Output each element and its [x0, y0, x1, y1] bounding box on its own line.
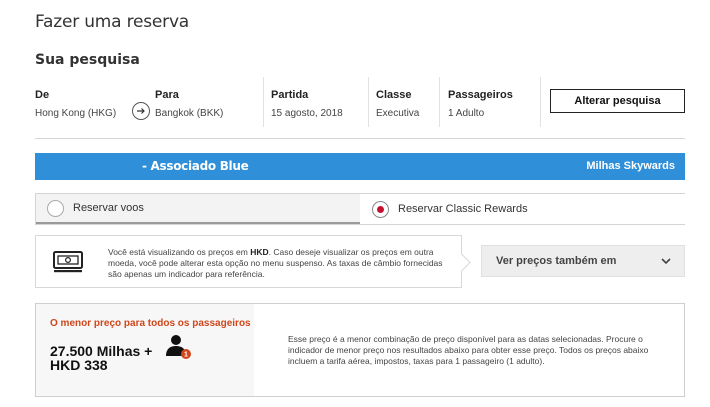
skywards-miles-label: Milhas Skywards [586, 160, 675, 172]
lowest-price-summary: O menor preço para todos os passageiros … [36, 304, 254, 396]
divider [368, 77, 369, 127]
search-summary: De Hong Kong (HKG) Para Bangkok (BKK) Pa… [35, 77, 685, 139]
lowest-price-miles: 27.500 Milhas + [50, 343, 153, 359]
passengers-label: Passageiros [448, 89, 513, 101]
book-flights-option[interactable]: Reservar voos [36, 194, 360, 224]
destination-label: Para [155, 89, 179, 101]
divider [439, 77, 440, 127]
lowest-price-label: O menor preço para todos os passageiros [50, 318, 251, 329]
departure-label: Partida [271, 89, 309, 101]
lowest-price-description: Esse preço é a menor combinação de preço… [288, 334, 649, 366]
book-classic-rewards-option[interactable]: Reservar Classic Rewards [361, 194, 685, 224]
search-section-title: Sua pesquisa [35, 52, 140, 68]
destination-field: Para Bangkok (BKK) [155, 77, 260, 127]
currency-code: HKD [250, 247, 269, 257]
member-tier-bar: - Associado Blue Milhas Skywards [35, 153, 685, 180]
passengers-value: 1 Adulto [448, 108, 485, 119]
origin-label: De [35, 89, 50, 101]
book-flights-label: Reservar voos [73, 202, 144, 214]
passenger-icon: 1 [166, 335, 191, 359]
chevron-down-icon [661, 258, 671, 265]
currency-notice: Você está visualizando os preços em HKD.… [35, 235, 462, 288]
member-tier-label: - Associado Blue [142, 159, 249, 173]
origin-field: De Hong Kong (HKG) [35, 77, 130, 127]
currency-select-dropdown[interactable]: Ver preços também em [481, 245, 685, 277]
divider [540, 77, 541, 127]
currency-select-label: Ver preços também em [496, 255, 617, 267]
passenger-count-badge: 1 [184, 352, 188, 359]
lowest-price-cash: HKD 338 [50, 357, 108, 373]
currency-notice-text: Você está visualizando os preços em HKD.… [108, 247, 453, 280]
booking-type-toggle: Reservar voos Reservar Classic Rewards [35, 193, 685, 225]
origin-value: Hong Kong (HKG) [35, 108, 117, 119]
class-field: Classe Executiva [376, 77, 436, 127]
page-title: Fazer uma reserva [35, 12, 190, 32]
alter-search-button[interactable]: Alterar pesquisa [550, 89, 685, 113]
radio-button-selected[interactable] [372, 200, 389, 218]
banknote-screen-icon [53, 251, 83, 273]
departure-value: 15 agosto, 2018 [271, 108, 343, 119]
class-value: Executiva [376, 108, 420, 119]
lowest-price-value: 27.500 Milhas + HKD 338 [50, 344, 152, 372]
divider [263, 77, 264, 127]
lowest-price-panel: O menor preço para todos os passageiros … [35, 303, 685, 397]
radio-button[interactable] [47, 199, 64, 217]
arrow-right-circle-icon [132, 102, 150, 120]
book-classic-rewards-label: Reservar Classic Rewards [398, 203, 528, 215]
currency-notice-prefix: Você está visualizando os preços em [108, 247, 251, 257]
passengers-field: Passageiros 1 Adulto [448, 77, 538, 127]
destination-value: Bangkok (BKK) [155, 108, 224, 119]
departure-field: Partida 15 agosto, 2018 [271, 77, 366, 127]
class-label: Classe [376, 89, 412, 101]
